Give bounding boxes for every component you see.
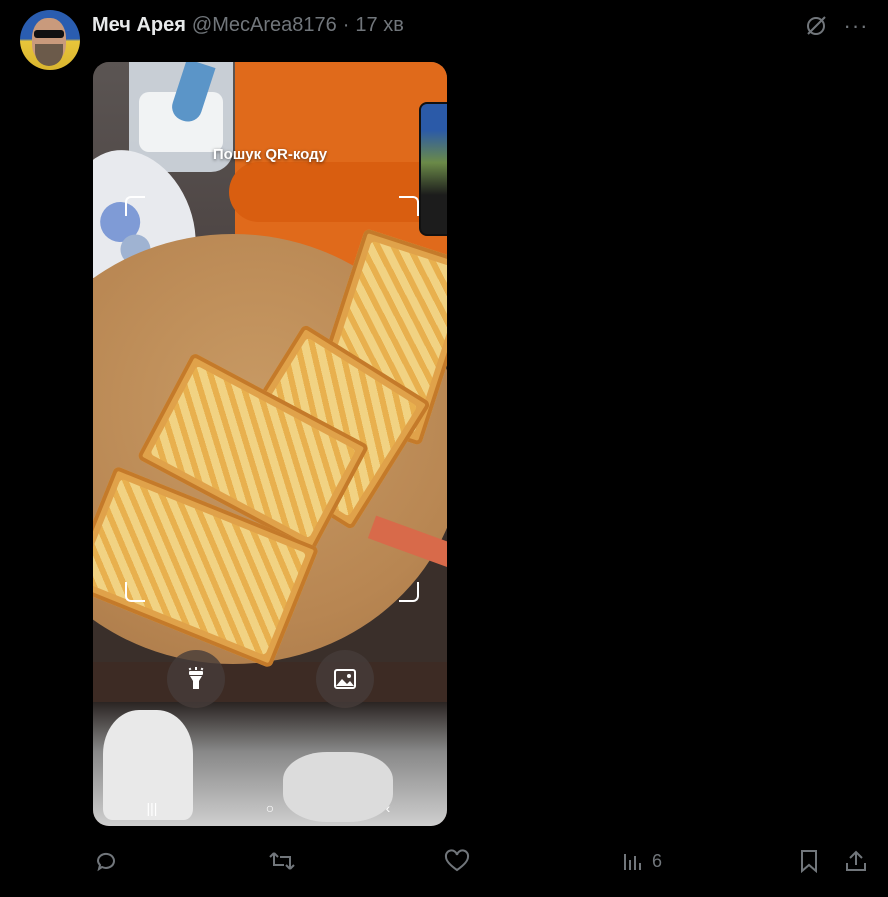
bookmark-icon (801, 850, 817, 873)
nav-home-icon: ○ (265, 800, 275, 816)
qr-search-label: Пошук QR-коду (212, 146, 328, 163)
share-button[interactable] (844, 848, 868, 874)
reply-button[interactable] (94, 848, 118, 874)
views-button[interactable]: 6 (622, 848, 662, 874)
post-media-image[interactable]: Пошук QR-коду ||| ○ ‹ (93, 62, 447, 826)
nav-recents-icon: ||| (146, 800, 158, 816)
reply-icon (96, 852, 115, 872)
post-timestamp[interactable]: 17 хв (355, 14, 403, 37)
author-handle[interactable]: @MecArea8176 (192, 14, 337, 37)
more-options-icon[interactable]: ··· (842, 12, 870, 40)
avatar-glasses (34, 30, 64, 38)
grok-icon[interactable] (802, 12, 830, 40)
avatar[interactable] (20, 10, 80, 70)
android-nav-bar: ||| ○ ‹ (93, 790, 447, 826)
heart-icon (444, 849, 470, 872)
flashlight-icon (188, 667, 204, 689)
header-separator: · (342, 13, 350, 36)
flashlight-button (167, 650, 225, 708)
post-header: Меч Арея @MecArea8176 · 17 хв (92, 12, 404, 38)
scan-frame-corner-top-left (125, 196, 145, 216)
background-poster (419, 102, 447, 236)
avatar-beard (35, 44, 63, 66)
scan-frame-corner-bottom-right (399, 582, 419, 602)
repost-icon (269, 852, 295, 870)
image-icon (334, 669, 356, 689)
like-button[interactable] (444, 848, 470, 874)
bookmark-button[interactable] (798, 848, 820, 874)
author-name[interactable]: Меч Арея (92, 14, 186, 37)
scan-frame-corner-top-right (399, 196, 419, 216)
scan-frame-corner-bottom-left (125, 582, 145, 602)
post-actions-bar: 6 (0, 840, 888, 882)
repost-button[interactable] (268, 848, 296, 874)
views-count: 6 (652, 850, 663, 871)
gallery-button (316, 650, 374, 708)
nav-back-icon: ‹ (385, 800, 391, 816)
share-icon (846, 850, 866, 871)
analytics-icon (624, 854, 641, 870)
